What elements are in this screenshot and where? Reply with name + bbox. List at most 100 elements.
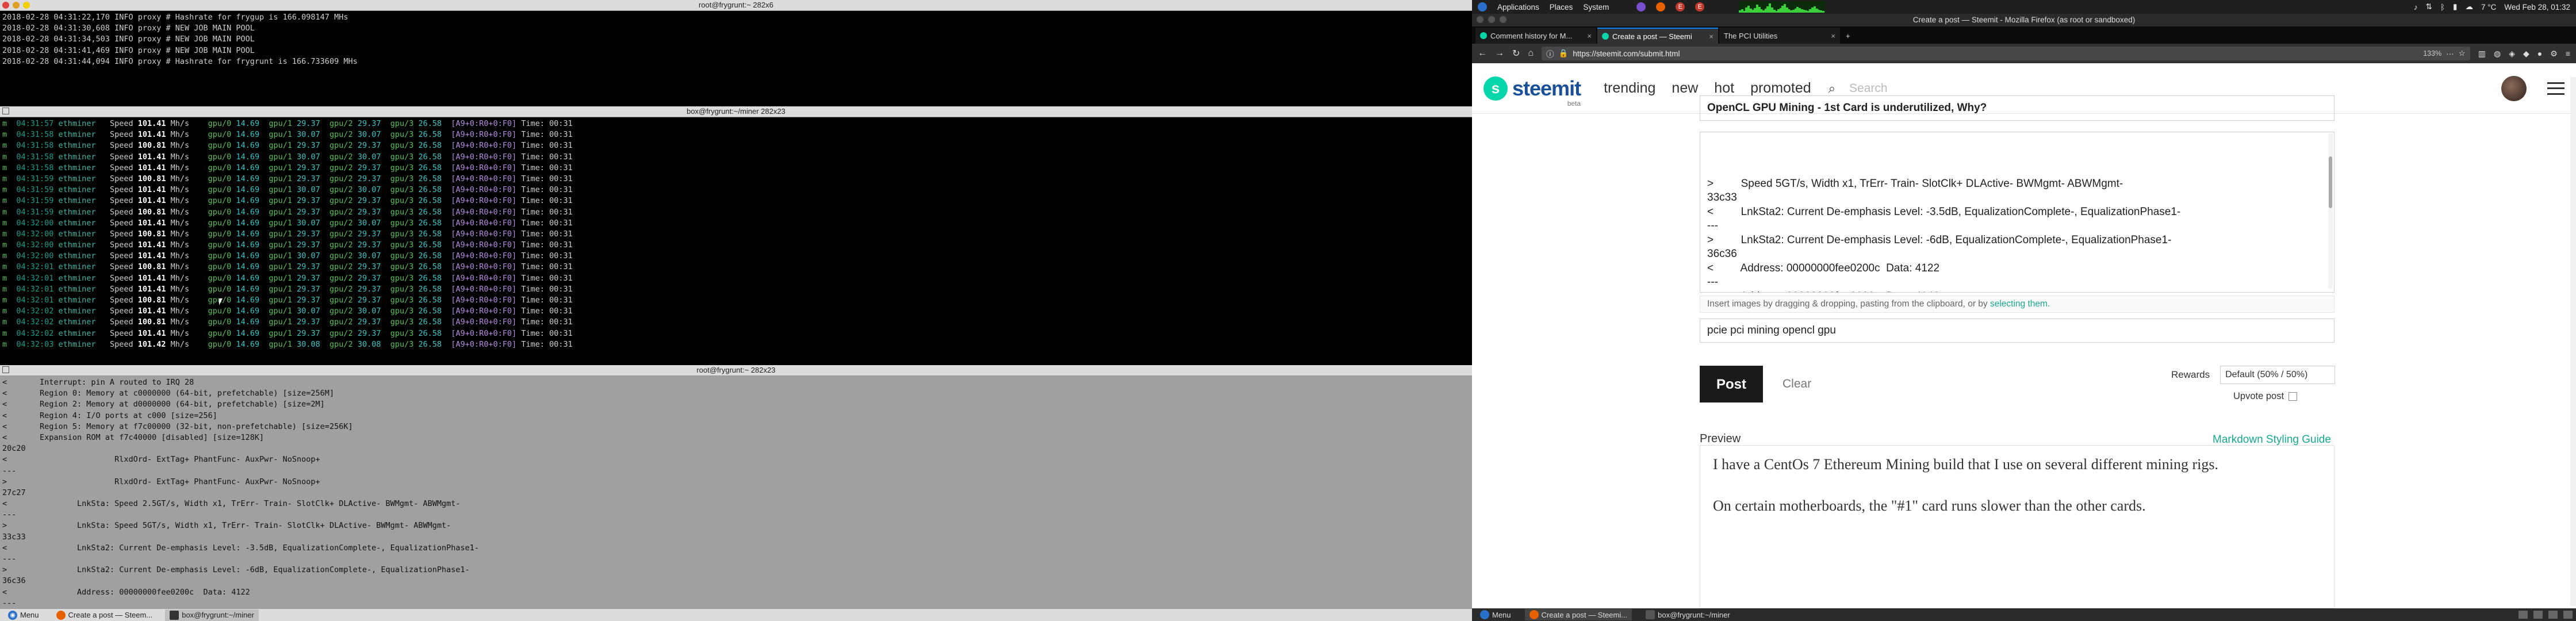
- battery-icon[interactable]: ▮: [2453, 2, 2457, 12]
- bookmark-star-icon[interactable]: ☆: [2459, 49, 2466, 58]
- hamburger-menu-icon[interactable]: ≡: [2566, 49, 2570, 58]
- close-icon[interactable]: [1477, 16, 1483, 23]
- terminal-line: 33c33: [2, 532, 26, 542]
- avatar[interactable]: [2501, 75, 2527, 101]
- taskbar-terminal[interactable]: box@frygrunt:~/miner: [165, 609, 259, 621]
- terminal-line: > LnkSta2: Current De-emphasis Level: -6…: [2, 565, 470, 575]
- terminal-line: > LnkSta: Speed 5GT/s, Width x1, TrErr- …: [2, 521, 451, 531]
- url-bar[interactable]: ⓘ 🔒 https://steemit.com/submit.html 133%…: [1542, 47, 2470, 60]
- miner-log-line: m 04:31:57 ethminer Speed 101.41 Mh/s gp…: [2, 119, 573, 128]
- menu-icon[interactable]: [2, 366, 9, 373]
- post-title-input[interactable]: OpenCL GPU Mining - 1st Card is underuti…: [1700, 95, 2334, 121]
- tags-input[interactable]: pcie pci mining opencl gpu: [1700, 319, 2334, 343]
- terminal-line: < RlxdOrd- ExtTag+ PhantFunc- AuxPwr- No…: [2, 455, 320, 465]
- terminal-output[interactable]: < Interrupt: pin A routed to IRQ 28 < Reg…: [0, 376, 1472, 610]
- rewards-select[interactable]: Default (50% / 50%): [2220, 366, 2336, 384]
- editor-line: > Address: 00000000fee0200c Data: 4142: [1707, 290, 2327, 293]
- terminal-miner[interactable]: box@frygrunt:~/miner 282x23 m 04:31:57 e…: [0, 106, 1472, 365]
- back-icon[interactable]: ←: [1478, 48, 1487, 59]
- search-icon[interactable]: ⌕: [1828, 81, 1835, 96]
- nav-promoted[interactable]: promoted: [1750, 80, 1811, 97]
- terminal-diff[interactable]: root@frygrunt:~ 282x23 < Interrupt: pin …: [0, 365, 1472, 610]
- extension-icon[interactable]: ◆: [2523, 49, 2529, 59]
- close-icon[interactable]: [2, 2, 9, 9]
- close-icon[interactable]: ×: [1831, 32, 1835, 40]
- extension-icon[interactable]: ◈: [2509, 49, 2515, 59]
- clear-button[interactable]: Clear: [1782, 377, 1811, 391]
- panel-menu-button[interactable]: Menu: [1475, 609, 1516, 620]
- clock[interactable]: Wed Feb 28, 01:32: [2504, 3, 2570, 12]
- panel-menu-button[interactable]: ◉ Menu: [3, 610, 44, 621]
- taskbar-firefox[interactable]: Create a post — Steem...: [52, 610, 158, 621]
- bluetooth-icon[interactable]: ᛒ: [2440, 3, 2445, 12]
- terminal-line: < LnkSta: Speed 2.5GT/s, Width x1, TrErr…: [2, 499, 461, 509]
- nav-trending[interactable]: trending: [1604, 80, 1655, 97]
- upvote-checkbox[interactable]: [2288, 392, 2298, 401]
- menu-system[interactable]: System: [1583, 3, 1609, 12]
- terminal-line: < Region 0: Memory at c0000000 (64-bit, …: [2, 389, 335, 398]
- tray-icon[interactable]: [2518, 611, 2528, 619]
- tray-icon[interactable]: [2563, 611, 2573, 619]
- home-icon[interactable]: ⌂: [1528, 48, 1534, 59]
- select-images-link[interactable]: selecting them.: [1990, 299, 2050, 309]
- menu-icon[interactable]: [2, 108, 9, 114]
- close-icon[interactable]: ×: [1587, 32, 1592, 40]
- taskbar-firefox[interactable]: Create a post — Steemi...: [1524, 609, 1632, 620]
- info-icon[interactable]: ⓘ: [1546, 48, 1554, 59]
- tab-strip: Comment history for M... × Create a post …: [1472, 26, 2576, 44]
- nav-hot[interactable]: hot: [1714, 80, 1734, 97]
- post-preview: I have a CentOs 7 Ethereum Mining build …: [1700, 445, 2334, 608]
- close-icon[interactable]: ×: [1709, 32, 1713, 41]
- library-icon[interactable]: ▥: [2478, 49, 2486, 59]
- terminal-output[interactable]: 2018-02-28 04:31:22,170 INFO proxy # Has…: [0, 11, 1472, 106]
- post-button[interactable]: Post: [1700, 366, 1763, 402]
- menu-places[interactable]: Places: [1550, 3, 1573, 12]
- minimize-icon[interactable]: [13, 2, 20, 9]
- minimize-icon[interactable]: [1488, 16, 1495, 23]
- terminal-proxy[interactable]: root@frygrunt:~ 282x6 2018-02-28 04:31:2…: [0, 0, 1472, 106]
- sound-icon[interactable]: ♪: [2414, 3, 2418, 12]
- tab-create-post[interactable]: Create a post — Steemi ×: [1597, 28, 1718, 44]
- firefox-titlebar[interactable]: Create a post — Steemit - Mozilla Firefo…: [1472, 14, 2576, 26]
- editor-line: < Address: 00000000fee0200c Data: 4122: [1707, 262, 1940, 274]
- app-launcher-icon[interactable]: E: [1676, 2, 1685, 12]
- tab-comment-history[interactable]: Comment history for M... ×: [1475, 28, 1596, 44]
- steemit-logo[interactable]: s steemit beta: [1483, 76, 1581, 108]
- terminal-titlebar[interactable]: root@frygrunt:~ 282x6: [0, 0, 1472, 11]
- extension-icon[interactable]: ◍: [2494, 49, 2501, 59]
- maximize-icon[interactable]: [23, 2, 30, 9]
- terminal-title: root@frygrunt:~ 282x6: [699, 1, 773, 9]
- hamburger-menu-icon[interactable]: [2547, 82, 2564, 95]
- more-icon[interactable]: ···: [2446, 49, 2454, 58]
- network-icon[interactable]: ⇅: [2426, 2, 2432, 12]
- app-launcher-icon[interactable]: [1636, 2, 1646, 12]
- new-tab-button[interactable]: +: [1841, 28, 1858, 44]
- nav-new[interactable]: new: [1672, 80, 1698, 97]
- post-body-editor[interactable]: > Speed 5GT/s, Width x1, TrErr- Train- S…: [1700, 132, 2334, 293]
- terminal-titlebar[interactable]: box@frygrunt:~/miner 282x23: [0, 106, 1472, 117]
- markdown-styling-guide-link[interactable]: Markdown Styling Guide: [2213, 434, 2331, 446]
- tab-pci-utilities[interactable]: The PCI Utilities ×: [1719, 28, 1840, 44]
- zoom-level[interactable]: 133%: [2423, 49, 2441, 57]
- firefox-launcher-icon[interactable]: [1656, 2, 1666, 12]
- editor-line: < LnkSta2: Current De-emphasis Level: -3…: [1707, 205, 2181, 218]
- taskbar-terminal[interactable]: box@frygrunt:~/miner: [1641, 609, 1735, 620]
- extension-icon[interactable]: ●: [2537, 49, 2542, 58]
- forward-icon[interactable]: →: [1495, 48, 1504, 59]
- maximize-icon[interactable]: [1500, 16, 1506, 23]
- terminal-output[interactable]: m 04:31:57 ethminer Speed 101.41 Mh/s gp…: [0, 117, 1472, 365]
- lock-icon[interactable]: 🔒: [1559, 49, 1569, 58]
- settings-gear-icon[interactable]: ⚙: [2550, 49, 2558, 59]
- tray-icon[interactable]: [2533, 611, 2543, 619]
- search-input[interactable]: Search: [1849, 82, 1888, 95]
- firefox-window[interactable]: Create a post — Steemit - Mozilla Firefo…: [1472, 14, 2576, 608]
- reload-icon[interactable]: ↻: [1512, 48, 1520, 59]
- weather-icon: ☁: [2465, 2, 2473, 11]
- app-launcher-icon[interactable]: E: [1695, 2, 1705, 12]
- tray-icon[interactable]: [2548, 611, 2558, 619]
- page-scrollbar[interactable]: [2570, 77, 2576, 606]
- menu-applications[interactable]: Applications: [1497, 3, 1539, 12]
- terminal-line: > RlxdOrd- ExtTag+ PhantFunc- AuxPwr- No…: [2, 477, 320, 486]
- editor-scrollbar[interactable]: [2328, 133, 2333, 289]
- terminal-titlebar[interactable]: root@frygrunt:~ 282x23: [0, 365, 1472, 376]
